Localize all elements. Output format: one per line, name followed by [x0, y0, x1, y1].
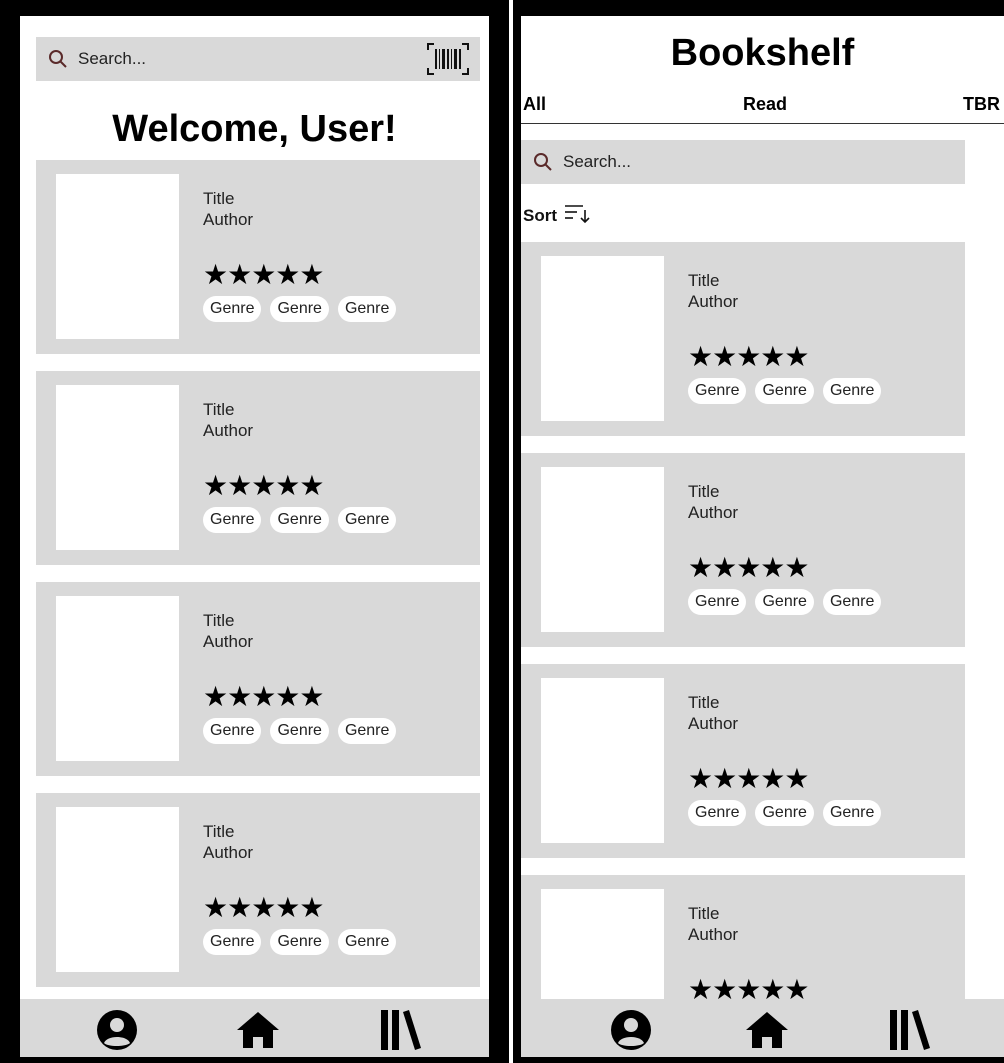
user-circle-icon[interactable] — [608, 1007, 654, 1053]
search-icon — [48, 49, 68, 69]
tab-all[interactable]: All — [523, 94, 546, 115]
genre-tag[interactable]: Genre — [270, 718, 329, 744]
book-title: Title — [688, 693, 720, 712]
book-author: Author — [688, 925, 739, 944]
genre-tag[interactable]: Genre — [337, 929, 397, 955]
star-rating: ★★★★★ — [688, 341, 810, 372]
welcome-heading: Welcome, User! — [112, 108, 397, 150]
book-title: Title — [688, 271, 720, 290]
book-card[interactable]: Title Author ★★★★★ Genre Genre Genre — [36, 793, 480, 987]
genre-tag[interactable]: Genre — [755, 378, 814, 404]
book-card[interactable]: Title Author ★★★★★ Genre Genre Genre — [521, 453, 965, 647]
shelf-tabs: All Read TBR — [521, 94, 1004, 124]
bottom-nav — [20, 999, 489, 1057]
genre-tag[interactable]: Genre — [688, 378, 747, 404]
book-title: Title — [688, 482, 720, 501]
book-author: Author — [203, 632, 254, 651]
star-rating: ★★★★★ — [203, 681, 325, 712]
tab-tbr[interactable]: TBR — [963, 94, 1000, 115]
book-author: Author — [203, 843, 254, 862]
genre-tag[interactable]: Genre — [270, 929, 329, 955]
genre-tag[interactable]: Genre — [337, 718, 397, 744]
genre-tag[interactable]: Genre — [203, 718, 262, 744]
search-placeholder: Search... — [563, 152, 632, 171]
search-bar[interactable]: Search... — [521, 140, 965, 184]
genre-tag[interactable]: Genre — [203, 507, 262, 533]
bookshelf-screen-frame: Bookshelf All Read TBR Search... Sort Ti… — [513, 0, 1004, 1063]
genre-tag[interactable]: Genre — [270, 296, 329, 322]
genre-tag[interactable]: Genre — [822, 800, 882, 826]
user-circle-icon[interactable] — [94, 1007, 140, 1053]
home-icon[interactable] — [744, 1007, 790, 1053]
book-cover — [56, 174, 179, 339]
genre-tag[interactable]: Genre — [203, 929, 262, 955]
genre-tag[interactable]: Genre — [337, 296, 397, 322]
book-title: Title — [688, 904, 720, 923]
book-title: Title — [203, 189, 235, 208]
page-title: Bookshelf — [670, 32, 855, 74]
library-icon[interactable] — [377, 1007, 423, 1053]
bookshelf-screen: Bookshelf All Read TBR Search... Sort Ti… — [521, 16, 1004, 1057]
home-screen-frame: Search... Welcome, User! Title Author ★★… — [0, 0, 509, 1063]
search-icon — [533, 152, 553, 172]
book-cover — [541, 467, 664, 632]
book-author: Author — [688, 503, 739, 522]
book-card[interactable]: Title Author ★★★★★ Genre Genre Genre — [36, 160, 480, 354]
book-cover — [56, 596, 179, 761]
book-cover — [541, 678, 664, 843]
book-cover — [56, 385, 179, 550]
genre-tag[interactable]: Genre — [822, 378, 882, 404]
home-icon[interactable] — [235, 1007, 281, 1053]
genre-tag[interactable]: Genre — [270, 507, 329, 533]
genre-tag[interactable]: Genre — [688, 589, 747, 615]
search-placeholder: Search... — [78, 49, 147, 68]
genre-tag[interactable]: Genre — [688, 800, 747, 826]
book-cover — [541, 256, 664, 421]
book-card[interactable]: Title Author ★★★★★ Genre Genre Genre — [521, 242, 965, 436]
star-rating: ★★★★★ — [203, 892, 325, 923]
book-cover — [56, 807, 179, 972]
barcode-scan-icon[interactable] — [426, 42, 470, 81]
library-icon[interactable] — [886, 1007, 932, 1053]
home-screen: Search... Welcome, User! Title Author ★★… — [20, 16, 489, 1057]
book-card[interactable]: Title Author ★★★★★ Genre Genre Genre — [36, 371, 480, 565]
book-card[interactable]: Title Author ★★★★★ Genre Genre Genre — [521, 664, 965, 858]
sort-button[interactable]: Sort — [523, 202, 591, 229]
genre-tag[interactable]: Genre — [203, 296, 262, 322]
genre-tag[interactable]: Genre — [822, 589, 882, 615]
star-rating: ★★★★★ — [688, 763, 810, 794]
genre-tag[interactable]: Genre — [755, 800, 814, 826]
book-author: Author — [203, 210, 254, 229]
book-card[interactable]: Title Author ★★★★★ Genre Genre Genre — [36, 582, 480, 776]
sort-icon — [563, 202, 591, 229]
genre-tag[interactable]: Genre — [755, 589, 814, 615]
book-title: Title — [203, 611, 235, 630]
sort-label: Sort — [523, 205, 557, 225]
search-bar[interactable]: Search... — [36, 37, 480, 81]
book-author: Author — [203, 421, 254, 440]
book-author: Author — [688, 292, 739, 311]
star-rating: ★★★★★ — [688, 552, 810, 583]
book-title: Title — [203, 822, 235, 841]
star-rating: ★★★★★ — [203, 259, 325, 290]
book-author: Author — [688, 714, 739, 733]
tab-read[interactable]: Read — [743, 94, 787, 115]
genre-tag[interactable]: Genre — [337, 507, 397, 533]
bottom-nav — [521, 999, 1004, 1057]
book-title: Title — [203, 400, 235, 419]
star-rating: ★★★★★ — [203, 470, 325, 501]
